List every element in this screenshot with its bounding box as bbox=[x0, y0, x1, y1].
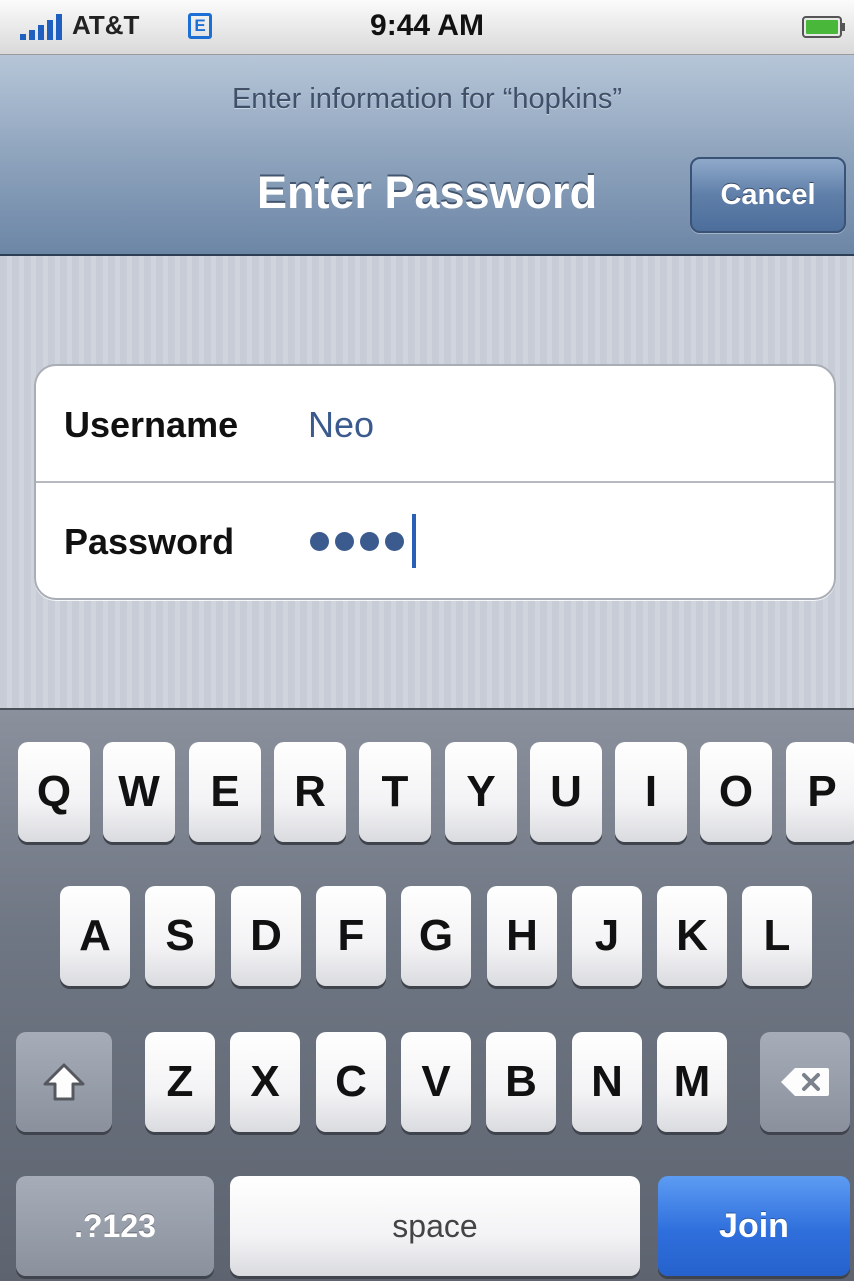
form-area: Username Neo Password bbox=[0, 256, 854, 708]
key-k[interactable]: K bbox=[657, 886, 727, 986]
key-f[interactable]: F bbox=[316, 886, 386, 986]
key-j[interactable]: J bbox=[572, 886, 642, 986]
password-dot bbox=[385, 531, 404, 551]
password-dot bbox=[360, 531, 379, 551]
space-key[interactable]: space bbox=[230, 1176, 640, 1276]
key-y[interactable]: Y bbox=[445, 742, 517, 842]
username-label: Username bbox=[64, 404, 239, 445]
key-o[interactable]: O bbox=[700, 742, 772, 842]
shift-arrow-icon bbox=[43, 1063, 85, 1101]
key-i[interactable]: I bbox=[615, 742, 687, 842]
password-label: Password bbox=[64, 521, 235, 562]
network-prompt: Enter information for “hopkins” bbox=[231, 83, 623, 115]
key-a[interactable]: A bbox=[60, 886, 130, 986]
key-h[interactable]: H bbox=[487, 886, 557, 986]
password-row[interactable]: Password bbox=[36, 483, 834, 598]
key-b[interactable]: B bbox=[486, 1032, 556, 1132]
username-field[interactable]: Neo bbox=[308, 404, 374, 446]
status-time: 9:44 AM bbox=[370, 9, 484, 42]
key-p[interactable]: P bbox=[786, 742, 854, 842]
shift-key[interactable] bbox=[16, 1032, 112, 1132]
password-field[interactable] bbox=[310, 514, 416, 568]
username-row[interactable]: Username Neo bbox=[36, 366, 834, 482]
key-n[interactable]: N bbox=[572, 1032, 642, 1132]
key-c[interactable]: C bbox=[316, 1032, 386, 1132]
join-button[interactable]: Join bbox=[658, 1176, 850, 1276]
key-z[interactable]: Z bbox=[145, 1032, 215, 1132]
credentials-card: Username Neo Password bbox=[34, 364, 836, 600]
key-g[interactable]: G bbox=[401, 886, 471, 986]
key-u[interactable]: U bbox=[530, 742, 602, 842]
navigation-bar: Enter information for “hopkins” Enter Pa… bbox=[0, 55, 854, 256]
key-t[interactable]: T bbox=[359, 742, 431, 842]
key-l[interactable]: L bbox=[742, 886, 812, 986]
key-d[interactable]: D bbox=[231, 886, 301, 986]
key-w[interactable]: W bbox=[103, 742, 175, 842]
key-s[interactable]: S bbox=[145, 886, 215, 986]
key-r[interactable]: R bbox=[274, 742, 346, 842]
cancel-button[interactable]: Cancel bbox=[690, 157, 846, 233]
delete-key[interactable] bbox=[760, 1032, 850, 1132]
status-bar: AT&T E 9:44 AM bbox=[0, 0, 854, 55]
numbers-key[interactable]: .?123 bbox=[16, 1176, 214, 1276]
key-e[interactable]: E bbox=[189, 742, 261, 842]
text-caret bbox=[412, 514, 416, 568]
password-dot bbox=[335, 531, 354, 551]
password-dot bbox=[310, 531, 329, 551]
key-x[interactable]: X bbox=[230, 1032, 300, 1132]
delete-backspace-icon bbox=[781, 1068, 829, 1096]
keyboard: .?123 space Join QWERTYUIOP ASDFGHJKL ZXCV… bbox=[0, 708, 854, 1281]
key-m[interactable]: M bbox=[657, 1032, 727, 1132]
battery-icon bbox=[802, 16, 845, 38]
key-v[interactable]: V bbox=[401, 1032, 471, 1132]
key-q[interactable]: Q bbox=[18, 742, 90, 842]
